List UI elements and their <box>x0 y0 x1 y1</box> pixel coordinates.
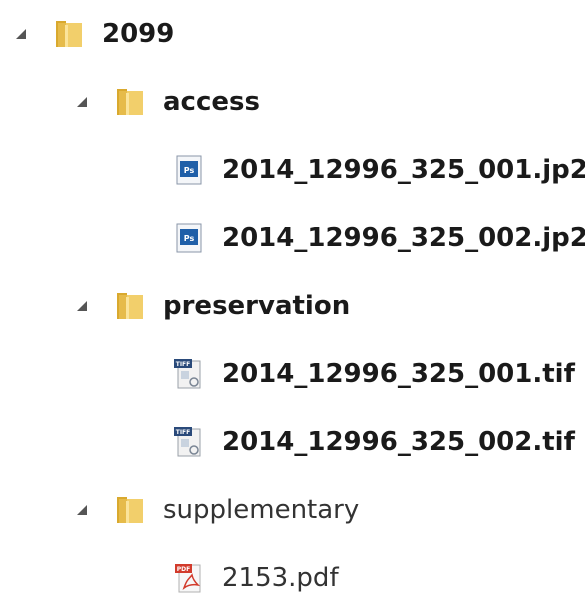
node-label: 2014_12996_325_002.jp2 <box>222 223 585 253</box>
tree-node-file[interactable]: Ps 2014_12996_325_001.jp2 <box>172 148 585 192</box>
svg-text:Ps: Ps <box>184 166 195 175</box>
svg-text:TIFF: TIFF <box>176 361 191 368</box>
tree-node-2099[interactable]: 2099 <box>14 12 174 56</box>
expand-arrow-icon[interactable] <box>75 95 89 109</box>
photoshop-file-icon: Ps <box>172 153 206 187</box>
expand-arrow-icon[interactable] <box>75 299 89 313</box>
expand-arrow-icon[interactable] <box>75 503 89 517</box>
node-label: 2014_12996_325_001.tif <box>222 359 575 389</box>
folder-icon <box>52 17 86 51</box>
folder-icon <box>113 289 147 323</box>
node-label: 2153.pdf <box>222 563 339 593</box>
tiff-file-icon: TIFF <box>172 357 206 391</box>
folder-icon <box>113 493 147 527</box>
folder-tree: 2099 access Ps 2014_12996_325_001.jp2 Ps… <box>0 0 585 593</box>
svg-text:TIFF: TIFF <box>176 429 191 436</box>
node-label: supplementary <box>163 495 360 525</box>
pdf-file-icon: PDF <box>172 561 206 595</box>
node-label: access <box>163 87 260 117</box>
folder-icon <box>113 85 147 119</box>
expand-arrow-icon[interactable] <box>14 27 28 41</box>
node-label: 2014_12996_325_002.tif <box>222 427 575 457</box>
tree-node-file[interactable]: TIFF 2014_12996_325_002.tif <box>172 420 575 464</box>
tree-node-file[interactable]: TIFF 2014_12996_325_001.tif <box>172 352 575 396</box>
node-label: 2099 <box>102 19 175 49</box>
node-label: 2014_12996_325_001.jp2 <box>222 155 585 185</box>
tiff-file-icon: TIFF <box>172 425 206 459</box>
svg-text:Ps: Ps <box>184 234 195 243</box>
node-label: preservation <box>163 291 351 321</box>
photoshop-file-icon: Ps <box>172 221 206 255</box>
tree-node-supplementary[interactable]: supplementary <box>75 488 359 532</box>
tree-node-preservation[interactable]: preservation <box>75 284 350 328</box>
tree-node-file[interactable]: Ps 2014_12996_325_002.jp2 <box>172 216 585 260</box>
svg-text:PDF: PDF <box>177 566 190 573</box>
tree-node-file[interactable]: PDF 2153.pdf <box>172 556 339 600</box>
tree-node-access[interactable]: access <box>75 80 260 124</box>
